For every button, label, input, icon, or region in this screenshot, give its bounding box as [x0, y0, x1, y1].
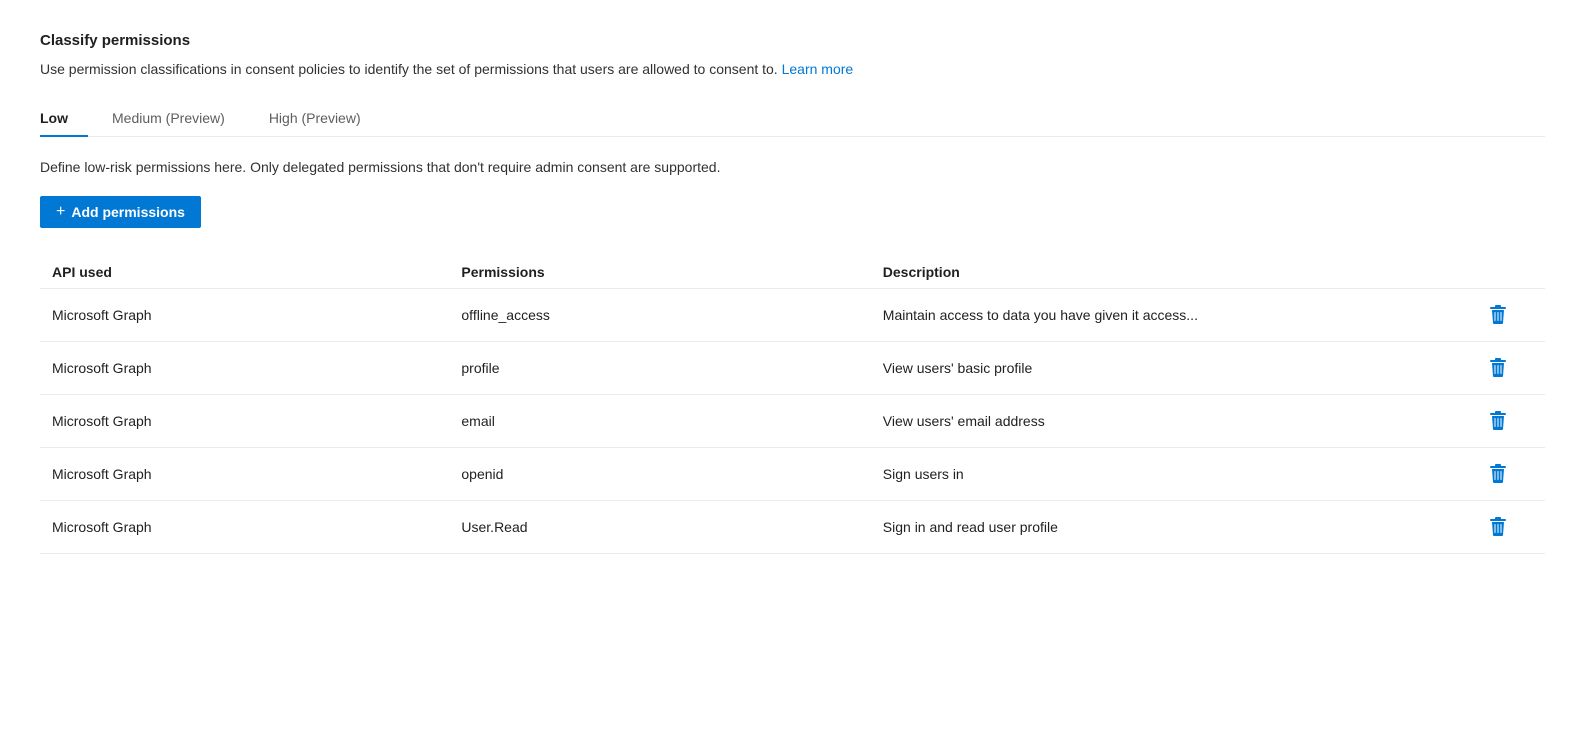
cell-action-3 [1485, 448, 1545, 501]
learn-more-link[interactable]: Learn more [782, 61, 854, 77]
cell-permission-2: email [461, 395, 882, 448]
table-row: Microsoft Graph profile View users' basi… [40, 342, 1545, 395]
delete-button-4[interactable] [1485, 513, 1511, 541]
table-row: Microsoft Graph email View users' email … [40, 395, 1545, 448]
table-row: Microsoft Graph offline_access Maintain … [40, 289, 1545, 342]
table-row: Microsoft Graph User.Read Sign in and re… [40, 501, 1545, 554]
trash-icon [1489, 464, 1507, 484]
cell-description-4: Sign in and read user profile [883, 501, 1485, 554]
table-header-row: API used Permissions Description [40, 256, 1545, 289]
cell-permission-0: offline_access [461, 289, 882, 342]
add-permissions-button[interactable]: + Add permissions [40, 196, 201, 228]
plus-icon: + [56, 204, 65, 220]
table-row: Microsoft Graph openid Sign users in [40, 448, 1545, 501]
tab-medium[interactable]: Medium (Preview) [112, 100, 245, 136]
cell-description-0: Maintain access to data you have given i… [883, 289, 1485, 342]
permissions-table: API used Permissions Description Microso… [40, 256, 1545, 554]
cell-action-4 [1485, 501, 1545, 554]
cell-api-2: Microsoft Graph [40, 395, 461, 448]
cell-api-4: Microsoft Graph [40, 501, 461, 554]
table-body: Microsoft Graph offline_access Maintain … [40, 289, 1545, 554]
cell-api-1: Microsoft Graph [40, 342, 461, 395]
tabs-container: Low Medium (Preview) High (Preview) [40, 100, 1545, 137]
cell-action-2 [1485, 395, 1545, 448]
cell-api-3: Microsoft Graph [40, 448, 461, 501]
tab-low[interactable]: Low [40, 100, 88, 136]
col-header-api: API used [40, 256, 461, 289]
trash-icon [1489, 358, 1507, 378]
col-header-permissions: Permissions [461, 256, 882, 289]
delete-button-2[interactable] [1485, 407, 1511, 435]
cell-action-1 [1485, 342, 1545, 395]
tab-description: Define low-risk permissions here. Only d… [40, 157, 1545, 178]
cell-permission-3: openid [461, 448, 882, 501]
page-description: Use permission classifications in consen… [40, 59, 1545, 80]
cell-permission-1: profile [461, 342, 882, 395]
cell-permission-4: User.Read [461, 501, 882, 554]
description-text: Use permission classifications in consen… [40, 61, 778, 77]
delete-button-0[interactable] [1485, 301, 1511, 329]
col-header-description: Description [883, 256, 1485, 289]
delete-button-3[interactable] [1485, 460, 1511, 488]
table-header: API used Permissions Description [40, 256, 1545, 289]
trash-icon [1489, 305, 1507, 325]
col-header-action [1485, 256, 1545, 289]
trash-icon [1489, 517, 1507, 537]
trash-icon [1489, 411, 1507, 431]
cell-action-0 [1485, 289, 1545, 342]
cell-description-2: View users' email address [883, 395, 1485, 448]
cell-description-1: View users' basic profile [883, 342, 1485, 395]
cell-description-3: Sign users in [883, 448, 1485, 501]
add-permissions-label: Add permissions [71, 204, 185, 220]
tab-high[interactable]: High (Preview) [269, 100, 381, 136]
page-title: Classify permissions [40, 32, 1545, 49]
cell-api-0: Microsoft Graph [40, 289, 461, 342]
delete-button-1[interactable] [1485, 354, 1511, 382]
